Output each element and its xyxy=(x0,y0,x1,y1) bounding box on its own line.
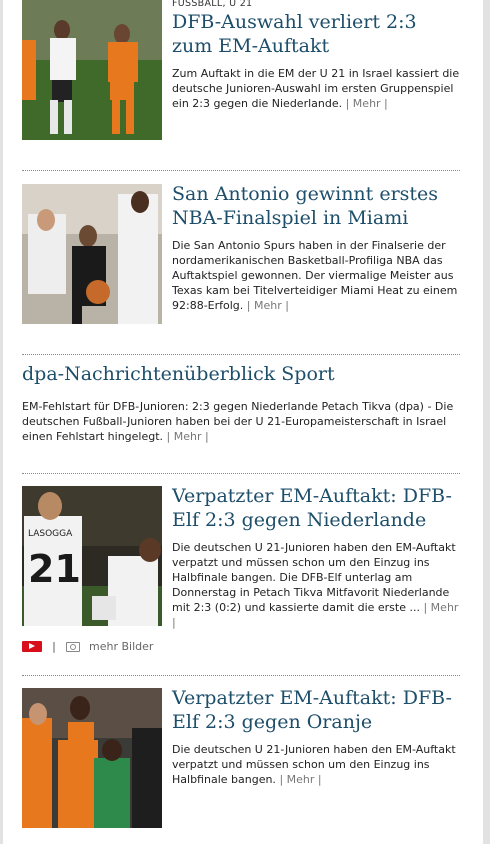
article-1-teaser-text: Zum Auftakt in die EM der U 21 in Israel… xyxy=(172,67,460,110)
article-3: dpa-Nachrichtenüberblick Sport EM-Fehlst… xyxy=(22,362,460,446)
article-4-teaser: Die deutschen U 21-Junioren haben den EM… xyxy=(172,540,460,630)
article-1: FUSSBALL, U 21 DFB-Auswahl verliert 2:3 … xyxy=(22,0,460,142)
article-4-text: Verpatzter EM-Auftakt: DFB-Elf 2:3 gegen… xyxy=(172,484,460,630)
page-border-right xyxy=(483,0,490,844)
article-3-headline[interactable]: dpa-Nachrichtenüberblick Sport xyxy=(22,362,460,386)
article-5-teaser: Die deutschen U 21-Junioren haben den EM… xyxy=(172,742,460,787)
article-2: San Antonio gewinnt erstes NBA-Finalspie… xyxy=(22,182,460,326)
article-4: LASOGGA 21 Verpatzter EM-Auftakt: DFB-El… xyxy=(22,484,460,656)
photo-jersey-name: LASOGGA xyxy=(28,529,73,539)
page-border-left xyxy=(0,0,3,844)
article-4-teaser-text: Die deutschen U 21-Junioren haben den EM… xyxy=(172,541,456,614)
article-2-teaser-text: Die San Antonio Spurs haben in der Final… xyxy=(172,239,458,312)
article-2-text: San Antonio gewinnt erstes NBA-Finalspie… xyxy=(172,182,460,313)
separator xyxy=(22,170,460,171)
article-4-photo[interactable]: LASOGGA 21 xyxy=(22,486,162,626)
article-5-photo[interactable] xyxy=(22,688,162,828)
article-1-teaser: Zum Auftakt in die EM der U 21 in Israel… xyxy=(172,66,460,111)
article-4-headline[interactable]: Verpatzter EM-Auftakt: DFB-Elf 2:3 gegen… xyxy=(172,484,460,532)
article-1-headline[interactable]: DFB-Auswahl verliert 2:3 zum EM-Auftakt xyxy=(172,10,460,58)
article-1-more-link[interactable]: | Mehr | xyxy=(346,97,388,110)
article-1-photo[interactable] xyxy=(22,0,162,140)
article-2-headline[interactable]: San Antonio gewinnt erstes NBA-Finalspie… xyxy=(172,182,460,230)
article-5-text: Verpatzter EM-Auftakt: DFB-Elf 2:3 gegen… xyxy=(172,686,460,787)
article-5: Verpatzter EM-Auftakt: DFB-Elf 2:3 gegen… xyxy=(22,686,460,830)
article-3-teaser-text: EM-Fehlstart für DFB-Junioren: 2:3 gegen… xyxy=(22,400,454,443)
article-2-more-link[interactable]: | Mehr | xyxy=(247,299,289,312)
media-divider: | xyxy=(52,640,56,653)
article-2-teaser: Die San Antonio Spurs haben in der Final… xyxy=(172,238,460,313)
article-5-more-link[interactable]: | Mehr | xyxy=(279,773,321,786)
article-4-media-bar: | mehr Bilder xyxy=(22,636,153,655)
photo-jersey-number: 21 xyxy=(28,547,81,591)
article-3-more-link[interactable]: | Mehr | xyxy=(167,430,209,443)
article-5-headline[interactable]: Verpatzter EM-Auftakt: DFB-Elf 2:3 gegen… xyxy=(172,686,460,734)
more-pictures-link[interactable]: mehr Bilder xyxy=(89,640,153,653)
article-3-teaser: EM-Fehlstart für DFB-Junioren: 2:3 gegen… xyxy=(22,399,460,444)
article-1-kicker: FUSSBALL, U 21 xyxy=(172,0,253,9)
separator xyxy=(22,354,460,355)
separator xyxy=(22,675,460,676)
video-play-icon[interactable] xyxy=(22,641,42,652)
article-1-text: FUSSBALL, U 21 DFB-Auswahl verliert 2:3 … xyxy=(172,0,460,111)
camera-icon[interactable] xyxy=(65,641,80,652)
separator xyxy=(22,473,460,474)
article-2-photo[interactable] xyxy=(22,184,162,324)
